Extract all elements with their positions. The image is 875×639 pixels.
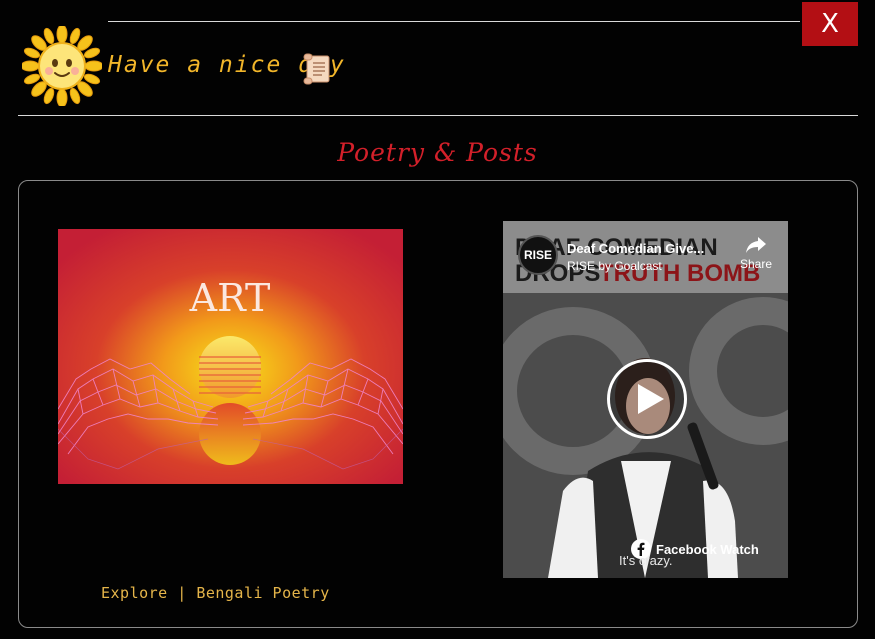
section-title: Poetry & Posts — [337, 138, 538, 167]
video-embed[interactable]: DEAF COMEDIAN DROPS TRUTH BOMB RISE Deaf… — [503, 221, 788, 578]
share-label: Share — [739, 257, 773, 271]
art-cover-image[interactable]: ART — [58, 229, 403, 484]
art-image-title: ART — [189, 276, 271, 320]
scroll-icon — [303, 53, 330, 85]
video-channel[interactable]: RISE by Goalcast — [567, 259, 662, 273]
play-icon — [638, 384, 664, 414]
explore-links: Explore | Bengali Poetry — [101, 584, 330, 602]
video-caption: It's crazy. — [619, 553, 673, 568]
play-button[interactable] — [607, 359, 687, 439]
bengali-poetry-link[interactable]: Bengali Poetry — [196, 584, 329, 602]
modal-dialog: X Have a nice day Poetry & Posts ART Exp… — [0, 0, 875, 639]
sun-icon — [22, 26, 102, 106]
share-icon — [746, 237, 766, 253]
explore-link[interactable]: Explore — [101, 584, 168, 602]
video-title[interactable]: Deaf Comedian Give... — [567, 241, 704, 256]
header-divider — [18, 115, 858, 116]
share-button[interactable]: Share — [731, 235, 781, 283]
top-divider — [108, 21, 800, 22]
channel-logo[interactable]: RISE — [518, 235, 558, 275]
close-button[interactable]: X — [802, 2, 858, 46]
link-separator: | — [177, 584, 187, 602]
